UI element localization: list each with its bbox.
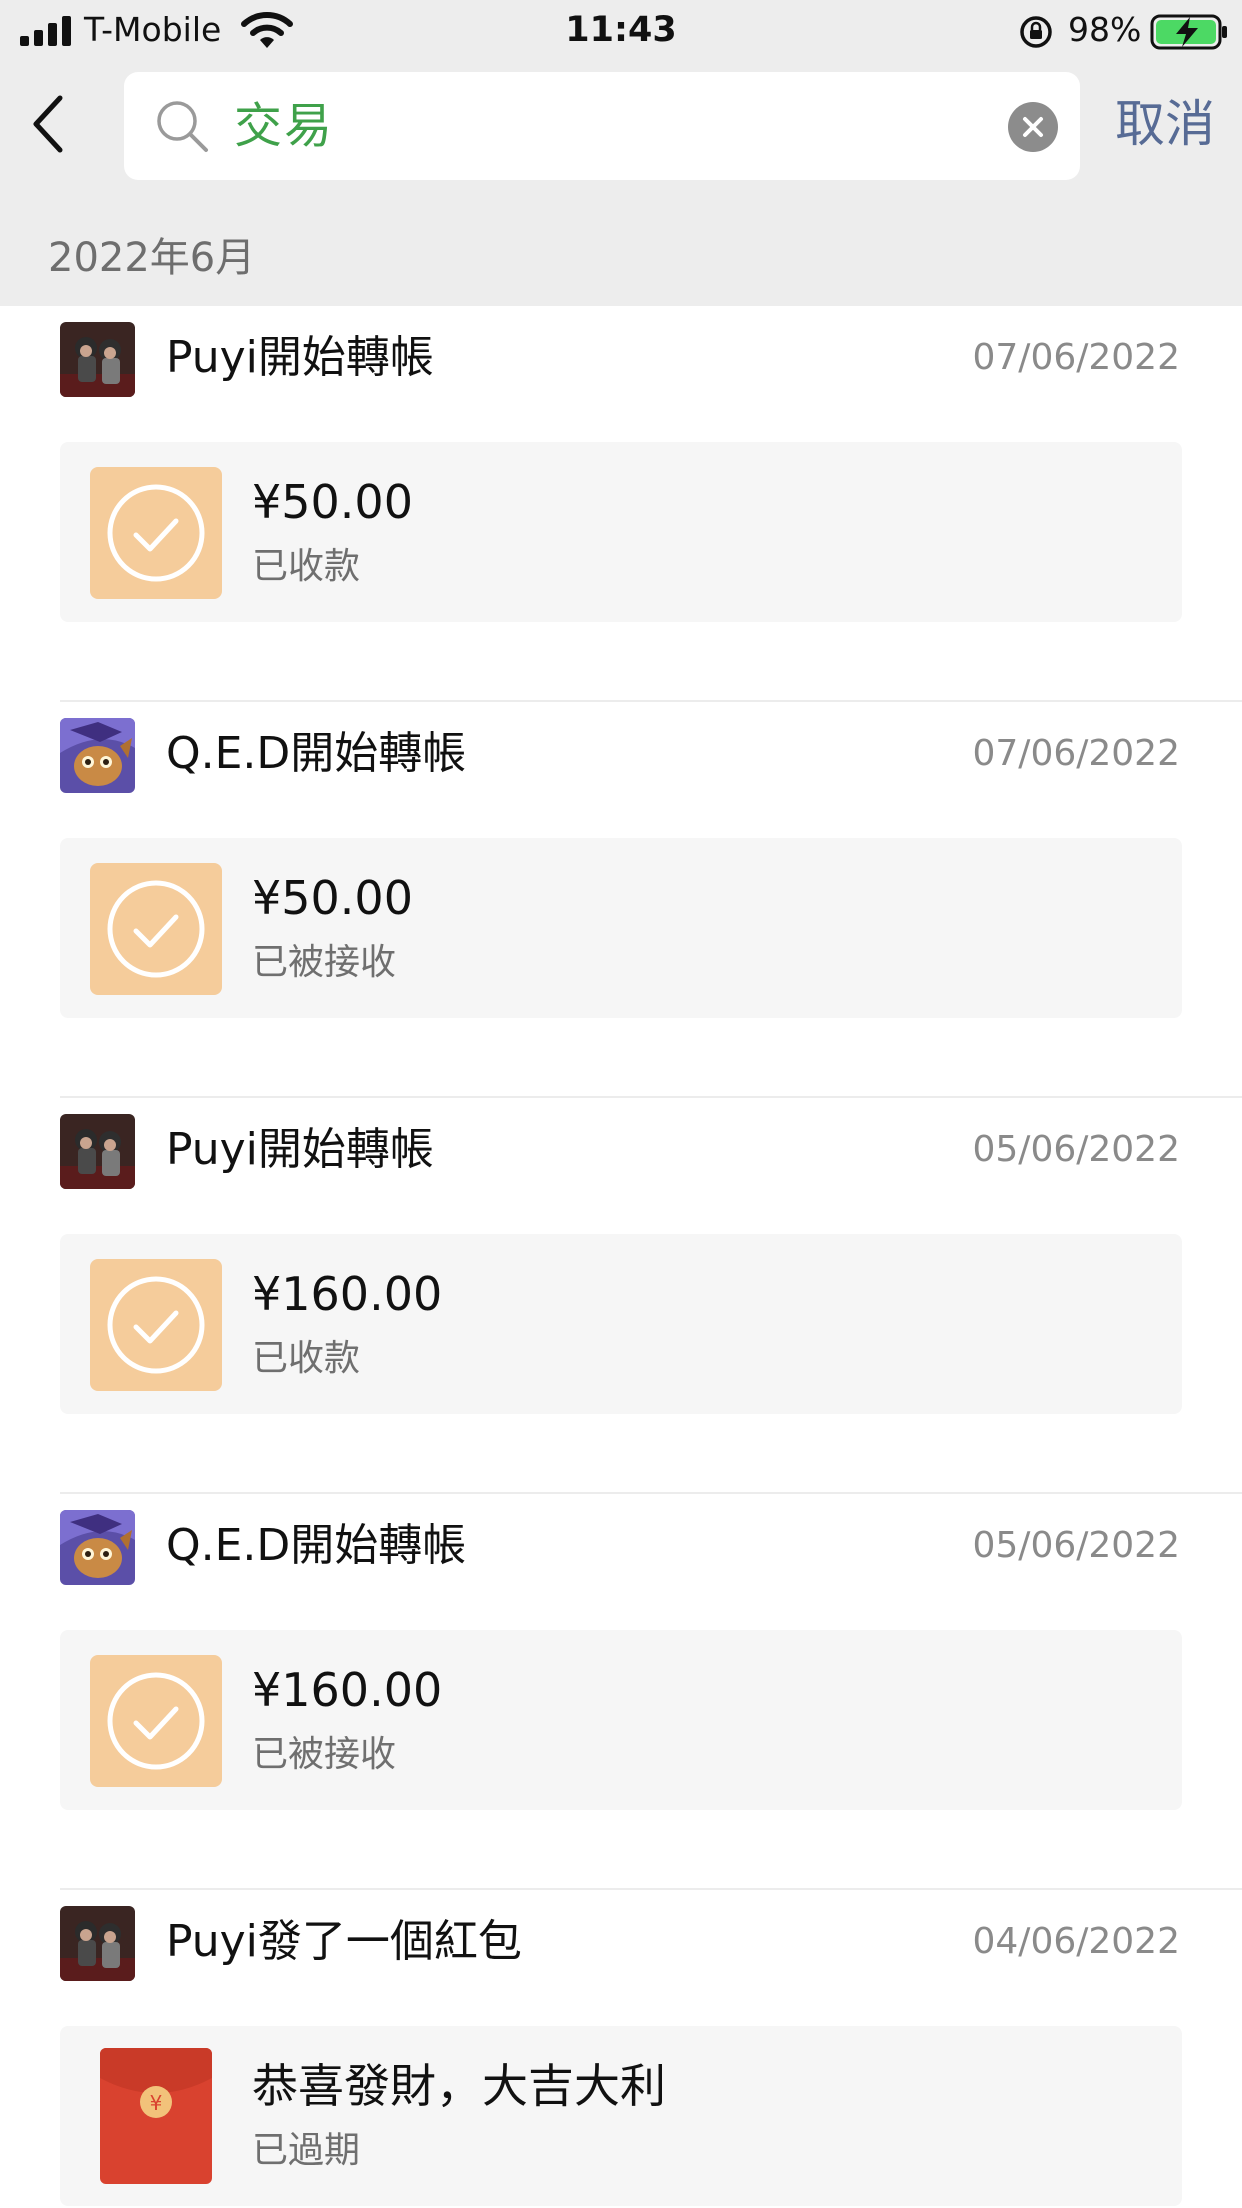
close-icon [1023,117,1043,137]
transfer-card[interactable]: ¥160.00 已收款 [60,1234,1182,1414]
svg-text:¥: ¥ [150,2091,163,2115]
cancel-button[interactable]: 取消 [1100,84,1230,164]
transaction-list: Puyi開始轉帳 07/06/2022 ¥50.00 已收款 Q.E.D開始轉帳… [0,306,1242,2208]
red-packet-entry: Puyi發了一個紅包 04/06/2022 ¥ 恭喜發財，大吉大利 已過期 [0,1890,1242,2208]
clear-search-button[interactable] [1008,102,1058,152]
top-header: T-Mobile 11:43 98% 交易 取消 2022年6月 [0,0,1242,306]
entry-title: Puyi開始轉帳 [166,332,434,383]
entry-title: Puyi發了一個紅包 [166,1916,522,1967]
orientation-lock-icon [1020,16,1052,48]
transfer-card[interactable]: ¥50.00 已收款 [60,442,1182,622]
search-icon [157,101,208,152]
transfer-status: 已收款 [252,546,361,587]
month-section-header: 2022年6月 [48,235,256,281]
entry-date: 04/06/2022 [972,1921,1181,1962]
avatar[interactable] [60,718,135,793]
transfer-status: 已被接收 [252,942,397,983]
transfer-entry: Q.E.D開始轉帳 05/06/2022 ¥160.00 已被接收 [0,1494,1242,1890]
search-input[interactable]: 交易 [234,72,334,180]
transfer-amount: ¥50.00 [252,475,413,529]
entry-title: Puyi開始轉帳 [166,1124,434,1175]
entry-date: 05/06/2022 [972,1525,1181,1566]
transfer-amount: ¥160.00 [252,1663,443,1717]
avatar[interactable] [60,322,135,397]
battery-charging-icon [1150,14,1227,50]
transfer-amount: ¥160.00 [252,1267,443,1321]
avatar[interactable] [60,1114,135,1189]
status-bar: T-Mobile 11:43 98% [0,0,1242,62]
entry-title: Q.E.D開始轉帳 [166,728,467,779]
transfer-entry: Puyi開始轉帳 05/06/2022 ¥160.00 已收款 [0,1098,1242,1494]
red-packet-icon: ¥ [100,2048,212,2184]
transfer-check-icon [90,1259,222,1391]
status-time: 11:43 [565,10,677,50]
avatar[interactable] [60,1510,135,1585]
red-packet-message: 恭喜發財，大吉大利 [252,2059,666,2113]
transfer-status: 已被接收 [252,1734,397,1775]
transfer-check-icon [90,467,222,599]
transfer-card[interactable]: ¥50.00 已被接收 [60,838,1182,1018]
transfer-check-icon [90,1655,222,1787]
back-button[interactable] [20,92,80,156]
transfer-check-icon [90,863,222,995]
red-packet-card[interactable]: ¥ 恭喜發財，大吉大利 已過期 [60,2026,1182,2206]
entry-date: 07/06/2022 [972,733,1181,774]
transfer-entry: Puyi開始轉帳 07/06/2022 ¥50.00 已收款 [0,306,1242,702]
transfer-card[interactable]: ¥160.00 已被接收 [60,1630,1182,1810]
search-field[interactable]: 交易 [124,72,1080,180]
transfer-status: 已過期 [252,2130,361,2171]
entry-date: 05/06/2022 [972,1129,1181,1170]
entry-title: Q.E.D開始轉帳 [166,1520,467,1571]
battery-percentage: 98% [1068,10,1142,49]
transfer-status: 已收款 [252,1338,361,1379]
transfer-amount: ¥50.00 [252,871,413,925]
avatar[interactable] [60,1906,135,1981]
entry-date: 07/06/2022 [972,337,1181,378]
transfer-entry: Q.E.D開始轉帳 07/06/2022 ¥50.00 已被接收 [0,702,1242,1098]
